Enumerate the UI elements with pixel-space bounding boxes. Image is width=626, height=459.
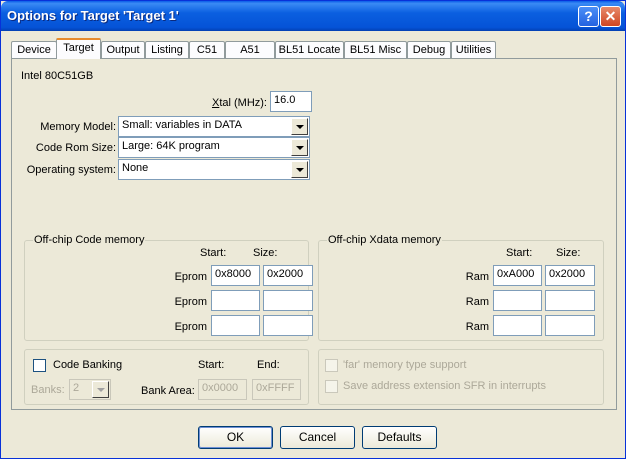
xtal-input[interactable]: 16.0 [270, 91, 312, 112]
operating-system-select[interactable]: None [118, 159, 310, 180]
chevron-down-icon[interactable] [291, 118, 308, 135]
offchip-xdata-title: Off-chip Xdata memory [327, 234, 442, 246]
tab-target[interactable]: Target [56, 38, 101, 59]
far-memory-label: 'far' memory type support [343, 359, 467, 371]
banks-select[interactable]: 2 [69, 379, 111, 400]
code-banking-label: Code Banking [53, 359, 123, 371]
code-start-header: Start: [200, 247, 227, 259]
far-memory-group: 'far' memory type support Save address e… [318, 349, 604, 405]
code-rom-size-select[interactable]: Large: 64K program [118, 137, 310, 158]
code-size-header: Size: [253, 247, 278, 259]
memory-model-select[interactable]: Small: variables in DATA [118, 116, 310, 137]
offchip-code-group: Off-chip Code memory Start: Size: Eprom … [24, 234, 313, 341]
tab-listing[interactable]: Listing [145, 41, 189, 59]
code-start-input-2[interactable] [211, 290, 260, 311]
code-row-label: Eprom [174, 271, 207, 283]
code-size-input-2[interactable] [263, 290, 313, 311]
target-panel: Intel 80C51GB Xtal (MHz): 16.0 Memory Mo… [11, 58, 617, 410]
xdata-row-label: Ram [465, 271, 489, 283]
operating-system-label: Operating system: [26, 164, 116, 176]
bank-area-end-input[interactable]: 0xFFFF [252, 379, 301, 400]
xdata-size-input-3[interactable] [545, 315, 595, 336]
chevron-down-icon[interactable] [291, 139, 308, 156]
bank-area-label: Bank Area: [141, 385, 195, 397]
tab-utilities[interactable]: Utilities [451, 41, 496, 59]
code-start-input-1[interactable]: 0x8000 [211, 265, 260, 286]
xdata-start-header: Start: [506, 247, 533, 259]
xdata-start-input-3[interactable] [493, 315, 542, 336]
tab-bl51-locate[interactable]: BL51 Locate [275, 41, 344, 59]
save-address-label: Save address extension SFR in interrupts [343, 380, 546, 392]
xdata-size-input-1[interactable]: 0x2000 [545, 265, 595, 286]
ok-button[interactable]: OK [198, 426, 273, 449]
options-dialog: Options for Target 'Target 1' ? ✕ Device… [0, 0, 626, 459]
xdata-start-input-1[interactable]: 0xA000 [493, 265, 542, 286]
tab-c51[interactable]: C51 [189, 41, 225, 59]
bank-end-header: End: [257, 359, 280, 371]
xdata-row-label: Ram [465, 296, 489, 308]
save-address-checkbox[interactable] [325, 380, 338, 393]
tab-device[interactable]: Device [11, 41, 57, 59]
code-size-input-1[interactable]: 0x2000 [263, 265, 313, 286]
xdata-size-input-2[interactable] [545, 290, 595, 311]
close-button[interactable]: ✕ [600, 6, 621, 27]
tab-bl51-misc[interactable]: BL51 Misc [344, 41, 407, 59]
xdata-start-input-2[interactable] [493, 290, 542, 311]
tab-debug[interactable]: Debug [407, 41, 451, 59]
xtal-label: Xtal (MHz): [211, 97, 267, 109]
bank-start-header: Start: [198, 359, 225, 371]
xdata-row-label: Ram [465, 321, 489, 333]
code-row-label: Eprom [174, 296, 207, 308]
tab-a51[interactable]: A51 [225, 41, 275, 59]
banks-label: Banks: [31, 384, 65, 396]
chevron-down-icon[interactable] [291, 161, 308, 178]
offchip-xdata-group: Off-chip Xdata memory Start: Size: Ram 0… [318, 234, 604, 341]
code-rom-size-label: Code Rom Size: [35, 142, 116, 154]
code-start-input-3[interactable] [211, 315, 260, 336]
bank-area-start-input[interactable]: 0x0000 [198, 379, 247, 400]
code-size-input-3[interactable] [263, 315, 313, 336]
chevron-down-icon[interactable] [92, 381, 109, 398]
far-memory-checkbox[interactable] [325, 359, 338, 372]
help-button[interactable]: ? [578, 6, 599, 27]
title-bar: Options for Target 'Target 1' ? ✕ [1, 1, 625, 31]
xdata-size-header: Size: [556, 247, 581, 259]
device-name: Intel 80C51GB [21, 70, 94, 82]
cancel-button[interactable]: Cancel [280, 426, 355, 449]
tab-output[interactable]: Output [101, 41, 145, 59]
code-banking-group: Code Banking Start: End: Banks: 2 Bank A… [24, 349, 309, 405]
window-title: Options for Target 'Target 1' [7, 8, 179, 23]
code-banking-checkbox[interactable] [33, 359, 46, 372]
code-row-label: Eprom [174, 321, 207, 333]
memory-model-label: Memory Model: [40, 121, 116, 133]
defaults-button[interactable]: Defaults [362, 426, 437, 449]
offchip-code-title: Off-chip Code memory [33, 234, 146, 246]
